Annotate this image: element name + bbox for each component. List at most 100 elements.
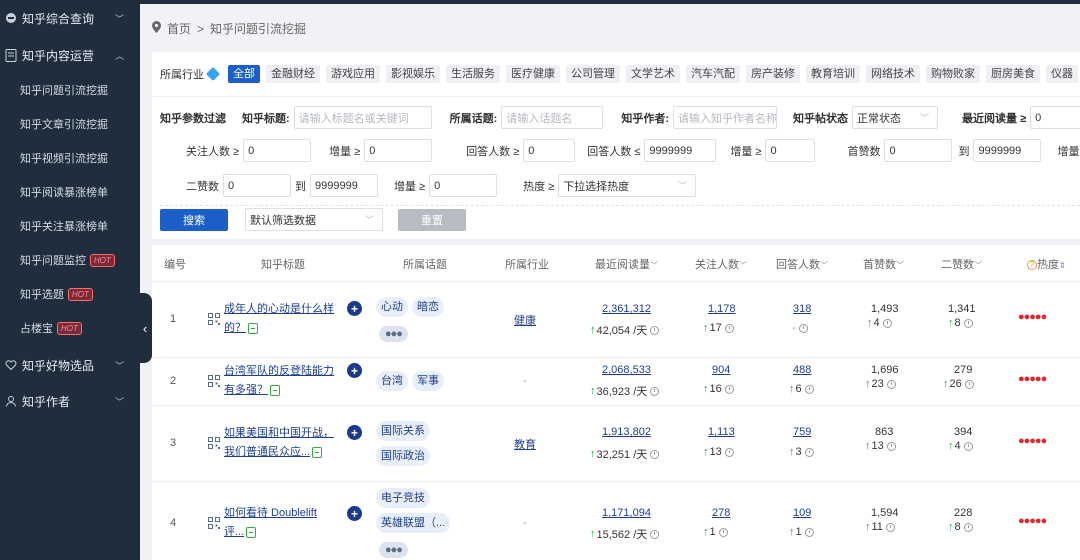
clock-icon[interactable] — [804, 447, 814, 457]
more-topics-button[interactable]: ●●● — [379, 326, 408, 342]
question-title-cont[interactable]: 的？ — [224, 319, 258, 338]
clock-icon[interactable] — [650, 529, 660, 539]
industry-tag[interactable]: 厨房美食 — [986, 65, 1040, 83]
clock-icon[interactable] — [963, 441, 973, 451]
sidebar-group-content[interactable]: 知乎内容运营 ︿ — [0, 37, 140, 73]
col-header-second-likes[interactable]: 二赞数﹀ — [941, 256, 982, 272]
answers-value[interactable]: 318 — [793, 303, 811, 315]
reads-value[interactable]: 2,068,533 — [602, 364, 651, 376]
add-button[interactable]: + — [347, 301, 362, 316]
followers-value[interactable]: 1,113 — [708, 426, 735, 438]
topic-tag[interactable]: 国际关系 — [376, 421, 430, 441]
reset-button[interactable]: 重置 — [398, 209, 466, 231]
col-header-answers[interactable]: 回答人数﹀ — [776, 256, 828, 272]
industry-tag[interactable]: 汽车汽配 — [686, 65, 740, 83]
industry-tag[interactable]: 网络技术 — [866, 65, 920, 83]
industry-tag[interactable]: 仪器 — [1046, 65, 1078, 83]
first-likes-min-input[interactable]: 0 — [884, 139, 953, 162]
topic-tag[interactable]: 国际政治 — [376, 446, 430, 466]
followers-min-input[interactable]: 0 — [243, 139, 312, 162]
topic-tag[interactable]: 英雄联盟（... — [376, 513, 451, 533]
sidebar-group-query[interactable]: 知乎综合查询 ﹀ — [0, 0, 140, 36]
author-search-input[interactable]: 请输入知乎作者名称 — [673, 106, 778, 129]
breadcrumb-home[interactable]: 首页 — [167, 20, 191, 37]
reads-value[interactable]: 1,913,802 — [602, 426, 651, 438]
status-select[interactable]: 正常状态 ﹀ — [852, 106, 939, 129]
qr-code-icon[interactable] — [208, 517, 220, 532]
followers-value[interactable]: 1,178 — [708, 303, 736, 315]
clock-icon[interactable] — [718, 527, 728, 537]
sidebar-item-question-monitor[interactable]: 知乎问题监控 HOT — [0, 243, 140, 277]
topic-tag[interactable]: 暗恋 — [412, 297, 444, 317]
topic-tag[interactable]: 军事 — [412, 371, 444, 391]
answers-min-input[interactable]: 0 — [523, 139, 576, 162]
question-title[interactable]: 如何看待 Doublelift — [224, 504, 317, 523]
first-likes-max-input[interactable]: 9999999 — [973, 139, 1042, 162]
qr-code-icon[interactable] — [208, 437, 220, 452]
followers-value[interactable]: 904 — [712, 364, 730, 376]
clock-icon[interactable] — [650, 449, 660, 459]
add-button[interactable]: + — [347, 425, 362, 440]
topic-tag[interactable]: 台湾 — [376, 371, 408, 391]
clock-icon[interactable] — [798, 323, 808, 333]
clock-icon[interactable] — [963, 318, 973, 328]
industry-tag[interactable]: 生活服务 — [446, 65, 500, 83]
clock-icon[interactable] — [724, 384, 734, 394]
qr-code-icon[interactable] — [208, 375, 220, 390]
sidebar-item-article-mining[interactable]: 知乎文章引流挖掘 — [0, 107, 140, 141]
sidebar-group-author[interactable]: 知乎作者 ﹀ — [0, 383, 140, 419]
sidebar-item-question-mining[interactable]: 知乎问题引流挖掘 — [0, 73, 140, 107]
add-button[interactable]: + — [347, 506, 362, 521]
question-title-cont[interactable]: 我们普通民众应... — [224, 443, 323, 462]
clock-icon[interactable] — [963, 522, 973, 532]
industry-tag[interactable]: 金融财经 — [266, 65, 320, 83]
industry-tag-all[interactable]: 全部 — [228, 65, 260, 83]
industry-tag[interactable]: 游戏应用 — [326, 65, 380, 83]
more-topics-button[interactable]: ●●● — [379, 542, 408, 558]
topic-search-input[interactable]: 请输入话题名 — [501, 106, 604, 129]
clock-icon[interactable] — [724, 447, 734, 457]
clock-icon[interactable] — [804, 527, 814, 537]
answers-max-input[interactable]: 9999999 — [644, 139, 717, 162]
question-title[interactable]: 成年人的心动是什么样 — [224, 300, 334, 319]
question-title-cont[interactable]: 评... — [224, 523, 257, 542]
answers-value[interactable]: 488 — [793, 364, 811, 376]
sidebar-collapse-button[interactable]: ‹ — [138, 293, 152, 363]
sidebar-item-video-mining[interactable]: 知乎视频引流挖掘 — [0, 141, 140, 175]
industry-tag[interactable]: 文学艺术 — [626, 65, 680, 83]
industry-tag[interactable]: 购物败家 — [926, 65, 980, 83]
heat-select[interactable]: 下拉选择热度 ﹀ — [558, 174, 697, 197]
clock-icon[interactable] — [886, 441, 896, 451]
industry-tag[interactable]: 医疗健康 — [506, 65, 560, 83]
clock-icon[interactable] — [885, 522, 895, 532]
reads-value[interactable]: 1,171,094 — [602, 507, 651, 519]
sidebar-item-read-surge[interactable]: 知乎阅读暴涨榜单 — [0, 175, 140, 209]
add-button[interactable]: + — [347, 363, 362, 378]
industry-link[interactable]: 健康 — [514, 312, 536, 328]
clock-icon[interactable] — [650, 386, 660, 396]
clock-icon[interactable] — [804, 384, 814, 394]
sidebar-item-floor[interactable]: 占楼宝 HOT — [0, 311, 140, 345]
topic-tag[interactable]: 心动 — [376, 297, 408, 317]
industry-tag[interactable]: 影视娱乐 — [386, 65, 440, 83]
clock-icon[interactable] — [724, 323, 734, 333]
question-title-cont[interactable]: 有多强？ — [224, 381, 280, 400]
sidebar-item-topics[interactable]: 知乎选题 HOT — [0, 277, 140, 311]
industry-tag[interactable]: 房产装修 — [746, 65, 800, 83]
second-likes-min-input[interactable]: 0 — [223, 174, 291, 197]
second-likes-max-input[interactable]: 9999999 — [310, 174, 378, 197]
col-header-first-likes[interactable]: 首赞数﹀ — [863, 256, 904, 272]
answers-value[interactable]: 759 — [793, 426, 811, 438]
second-likes-inc-input[interactable]: 0 — [429, 174, 498, 197]
col-header-heat[interactable]: ? 热度⇕ — [1027, 256, 1066, 272]
clock-icon[interactable] — [964, 379, 974, 389]
question-title[interactable]: 台湾军队的反登陆能力 — [224, 362, 334, 381]
title-search-input[interactable]: 请输入标题名或关键词 — [293, 106, 432, 129]
answers-value[interactable]: 109 — [793, 507, 811, 519]
reads-value[interactable]: 2,361,312 — [602, 303, 651, 315]
edit-icon[interactable] — [270, 384, 280, 396]
search-button[interactable]: 搜索 — [160, 209, 228, 231]
clock-icon[interactable] — [882, 318, 892, 328]
recent-read-input[interactable]: 0 — [1030, 106, 1080, 129]
sidebar-group-goods[interactable]: 知乎好物选品 ﹀ — [0, 347, 140, 383]
